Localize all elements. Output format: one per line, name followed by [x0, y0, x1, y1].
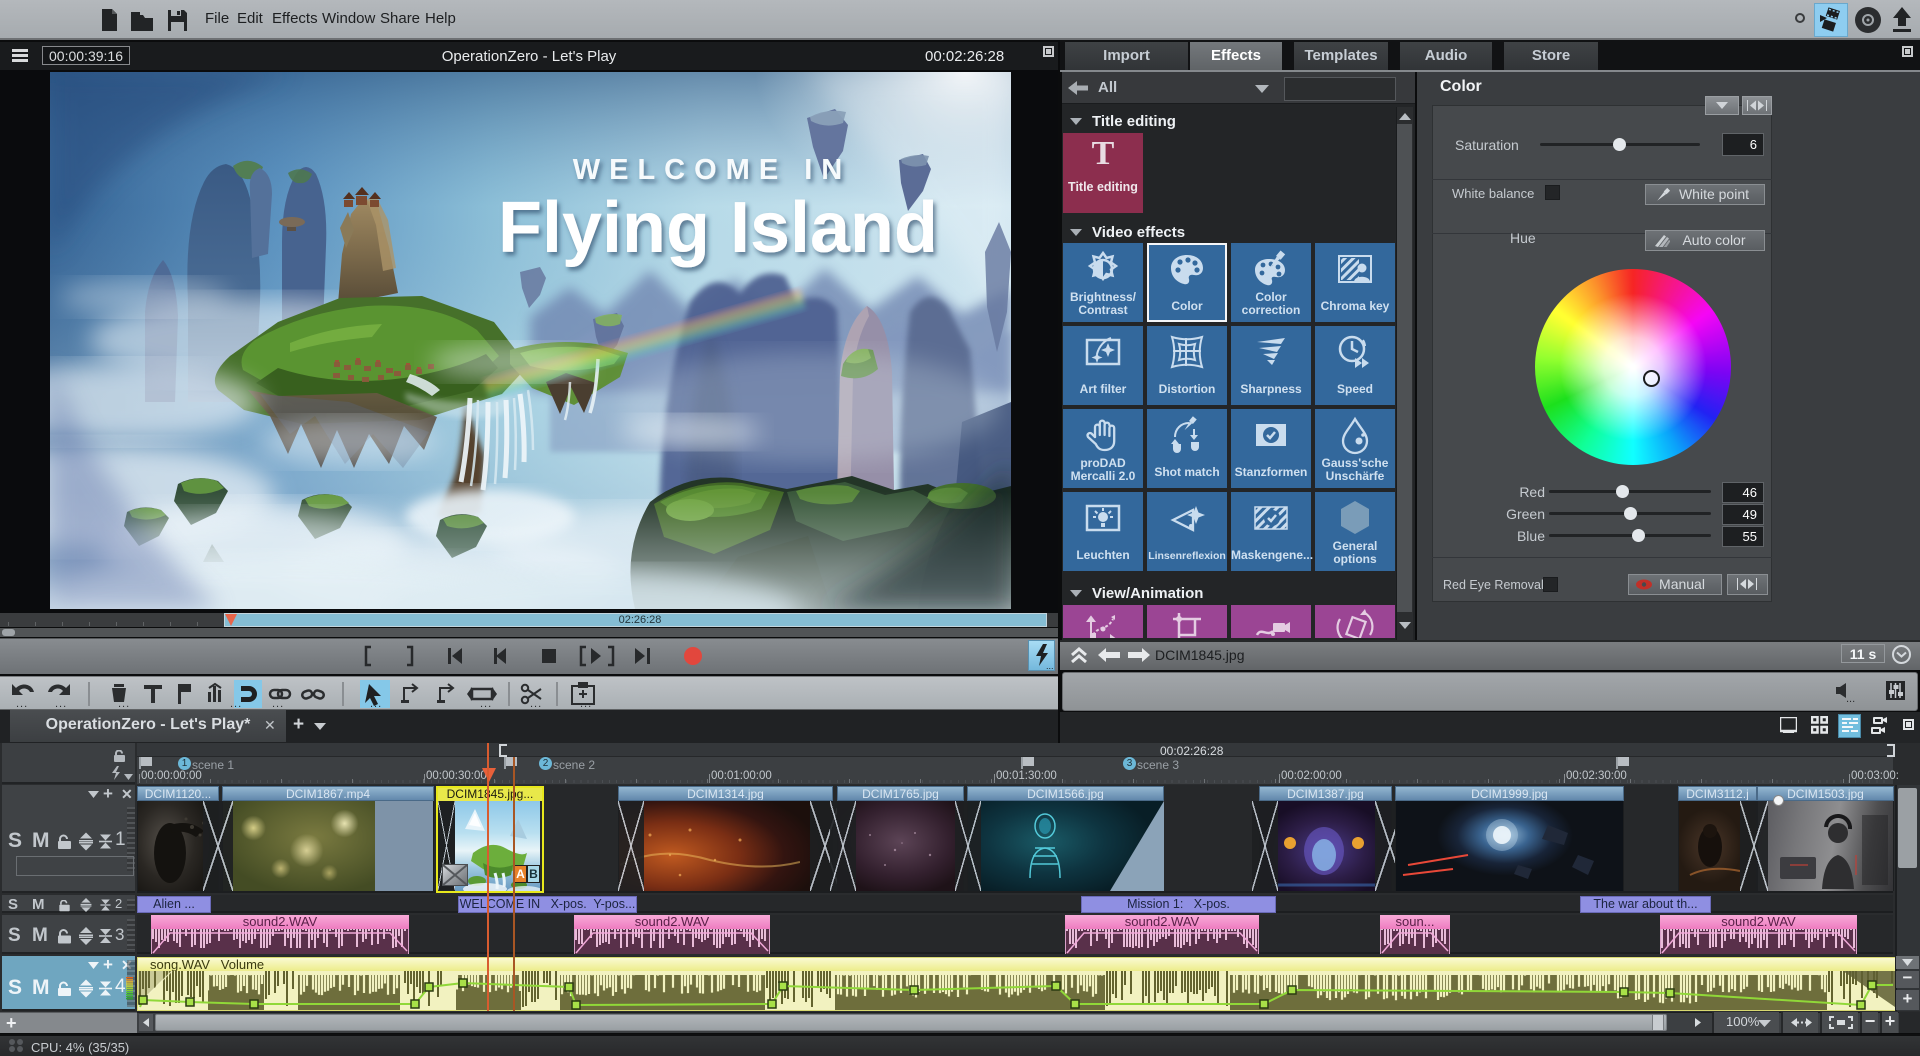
- svg-text:Flying Island: Flying Island: [498, 188, 938, 268]
- svg-text:WELCOME IN: WELCOME IN: [573, 154, 852, 186]
